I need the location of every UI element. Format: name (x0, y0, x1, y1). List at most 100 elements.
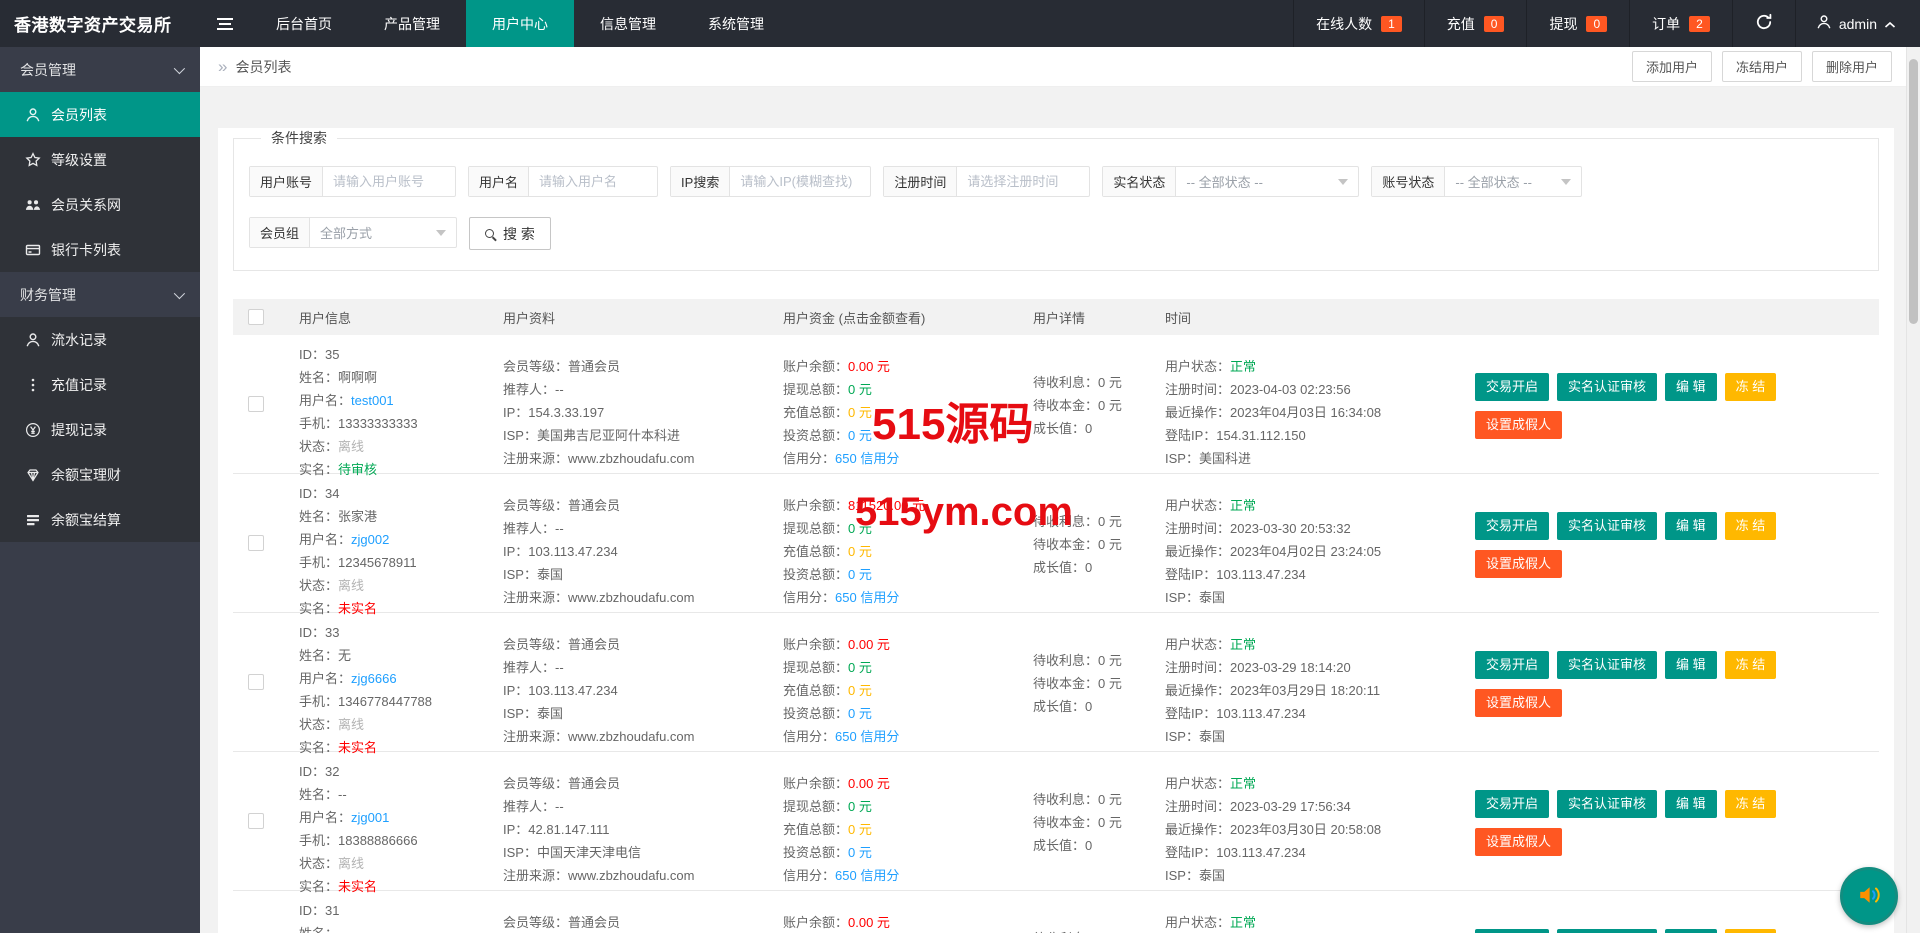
sidebar-item-member-network[interactable]: 会员关系网 (0, 182, 200, 227)
add-user-button[interactable]: 添加用户 (1631, 51, 1712, 82)
trade-toggle-button[interactable]: 交易开启 (1475, 651, 1550, 679)
freeze-button[interactable]: 冻 结 (1724, 512, 1777, 540)
row-checkbox[interactable] (248, 813, 264, 829)
account-status-filter-select[interactable]: -- 全部状态 -- (1445, 167, 1581, 196)
regtime-filter-input[interactable] (957, 167, 1090, 196)
kyc-review-button[interactable]: 实名认证审核 (1557, 512, 1658, 540)
trade-toggle-button[interactable]: 交易开启 (1475, 373, 1550, 401)
freeze-button[interactable]: 冻 结 (1724, 790, 1777, 818)
trade-toggle-button[interactable]: 交易开启 (1475, 929, 1550, 933)
sidebar-item-bank-card-list[interactable]: 银行卡列表 (0, 227, 200, 272)
search-button[interactable]: 搜 索 (469, 217, 551, 250)
delete-user-button[interactable]: 删除用户 (1811, 51, 1892, 82)
trade-toggle-button[interactable]: 交易开启 (1475, 512, 1550, 540)
audio-float-button[interactable] (1840, 867, 1898, 925)
online-count-stat[interactable]: 在线人数 1 (1293, 0, 1424, 47)
set-fake-button[interactable]: 设置成假人 (1475, 411, 1563, 439)
field-value: 0 (1085, 699, 1093, 714)
username-filter-input[interactable] (529, 167, 658, 196)
field-label: 最近操作： (1165, 544, 1231, 559)
sidebar-item-yuebao-settle[interactable]: 余额宝结算 (0, 497, 200, 542)
field-value: 34 (325, 486, 340, 501)
sidebar-item-label: 提现记录 (51, 421, 107, 438)
vertical-scrollbar[interactable] (1906, 47, 1920, 933)
time-user_status: 用户状态：正常 (1165, 772, 1475, 795)
search-legend: 条件搜索 (271, 130, 327, 146)
cell-funds: 账户余额：811520.00 元提现总额：0 元充值总额：0 元投资总额：0 元… (783, 474, 1033, 612)
member-group-filter-label: 会员组 (250, 218, 311, 247)
field-value: 0 元 (848, 428, 872, 443)
menu-toggle-icon[interactable] (200, 0, 250, 47)
field-value: 42.81.147.111 (528, 822, 610, 837)
top-nav: 后台首页 产品管理 用户中心 信息管理 系统管理 (250, 0, 790, 47)
set-fake-button[interactable]: 设置成假人 (1475, 828, 1563, 856)
refresh-button[interactable] (1731, 0, 1795, 47)
realname-status-filter-select[interactable]: -- 全部状态 -- (1176, 167, 1358, 196)
edit-button[interactable]: 编 辑 (1665, 929, 1717, 933)
scrollbar-thumb[interactable] (1909, 59, 1918, 324)
top-nav-home[interactable]: 后台首页 (250, 0, 358, 47)
edit-button[interactable]: 编 辑 (1665, 790, 1717, 818)
kyc-review-button[interactable]: 实名认证审核 (1557, 373, 1658, 401)
freeze-user-button[interactable]: 冻结用户 (1721, 51, 1802, 82)
edit-button[interactable]: 编 辑 (1665, 373, 1717, 401)
funds-balance: 账户余额：811520.00 元 (783, 494, 1033, 517)
kyc-review-button[interactable]: 实名认证审核 (1557, 651, 1658, 679)
field-label: 充值总额： (783, 544, 849, 559)
online-count-label: 在线人数 (1316, 15, 1373, 32)
withdraw-count-stat[interactable]: 提现 0 (1526, 0, 1629, 47)
freeze-button[interactable]: 冻 结 (1724, 651, 1777, 679)
ip-filter-input[interactable] (730, 167, 871, 196)
sidebar-group-member-management[interactable]: 会员管理 (0, 47, 200, 92)
field-value: 13333333333 (338, 416, 418, 431)
field-label: ISP： (503, 428, 537, 443)
info-phone: 手机：13333333333 (299, 412, 503, 435)
freeze-button[interactable]: 冻 结 (1724, 929, 1777, 933)
sidebar-item-level-settings[interactable]: 等级设置 (0, 137, 200, 182)
edit-button[interactable]: 编 辑 (1665, 512, 1717, 540)
row-checkbox[interactable] (248, 535, 264, 551)
sidebar-group-label: 财务管理 (20, 286, 76, 303)
field-value: 0 (1085, 421, 1093, 436)
set-fake-button[interactable]: 设置成假人 (1475, 550, 1563, 578)
set-fake-button[interactable]: 设置成假人 (1475, 689, 1563, 717)
edit-button[interactable]: 编 辑 (1665, 651, 1717, 679)
admin-menu[interactable]: admin (1794, 0, 1920, 47)
account-filter-input[interactable] (323, 167, 456, 196)
field-value: 正常 (1230, 359, 1257, 374)
field-value: -- (338, 787, 347, 802)
kyc-review-button[interactable]: 实名认证审核 (1557, 790, 1658, 818)
sidebar-item-withdraw-records[interactable]: 提现记录 (0, 407, 200, 452)
info-name: 姓名：张家港 (299, 505, 503, 528)
dots-icon (24, 376, 41, 393)
field-label: ISP： (503, 845, 537, 860)
sidebar-group-finance-management[interactable]: 财务管理 (0, 272, 200, 317)
funds-recharge: 充值总额：0 元 (783, 818, 1033, 841)
row-checkbox[interactable] (248, 674, 264, 690)
top-nav-info[interactable]: 信息管理 (574, 0, 682, 47)
field-label: ID： (299, 347, 326, 362)
select-all-checkbox[interactable] (248, 309, 264, 325)
member-group-filter-select[interactable]: 全部方式 (310, 218, 456, 247)
info-name: 姓名：-- (299, 922, 503, 933)
top-nav-user-center[interactable]: 用户中心 (466, 0, 574, 47)
trade-toggle-button[interactable]: 交易开启 (1475, 790, 1550, 818)
recharge-count-stat[interactable]: 充值 0 (1423, 0, 1527, 47)
freeze-button[interactable]: 冻 结 (1724, 373, 1777, 401)
row-checkbox[interactable] (248, 396, 264, 412)
top-nav-system[interactable]: 系统管理 (682, 0, 790, 47)
kyc-review-button[interactable]: 实名认证审核 (1557, 929, 1658, 933)
cell-details: 待收利息：0 元待收本金：0 元成长值：0 (1033, 335, 1165, 473)
order-count-stat[interactable]: 订单 2 (1629, 0, 1732, 47)
info-phone: 手机：12345678911 (299, 551, 503, 574)
field-label: IP： (503, 544, 529, 559)
field-value: 35 (325, 347, 340, 362)
field-value: 离线 (338, 856, 365, 871)
sidebar-item-recharge-records[interactable]: 充值记录 (0, 362, 200, 407)
sidebar-item-yuebao-invest[interactable]: 余额宝理财 (0, 452, 200, 497)
sidebar-item-member-list[interactable]: 会员列表 (0, 92, 200, 137)
top-nav-product[interactable]: 产品管理 (358, 0, 466, 47)
field-value: 0 (1085, 560, 1093, 575)
sidebar-item-flow-records[interactable]: 流水记录 (0, 317, 200, 362)
field-label: 注册时间： (1165, 799, 1231, 814)
